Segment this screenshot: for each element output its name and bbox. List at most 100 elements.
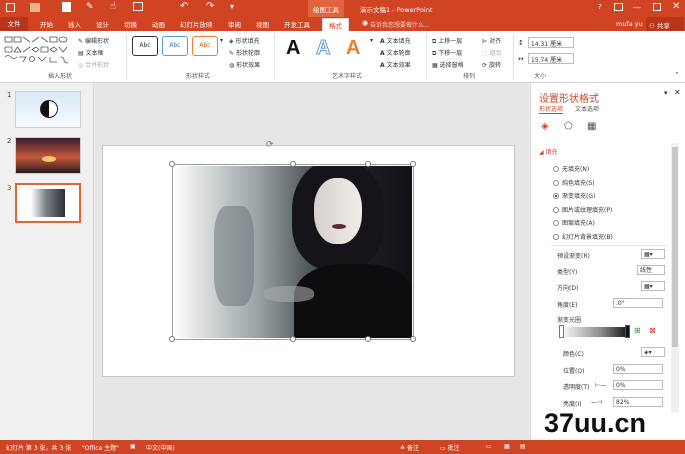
maximize-icon[interactable] [653, 3, 661, 11]
shapes-gallery[interactable] [4, 36, 70, 66]
minimize-icon[interactable]: — [633, 3, 641, 12]
text-fill-button[interactable]: A 文本填充 [380, 36, 411, 45]
close-icon[interactable]: ✕ [672, 1, 680, 12]
angle-spinner[interactable]: .0° [613, 298, 663, 308]
tab-insert[interactable]: 插入 [68, 19, 81, 29]
tab-animations[interactable]: 动画 [152, 19, 165, 29]
collapse-ribbon-icon[interactable]: ⌃ [674, 71, 680, 79]
wordart-style-outline[interactable]: A [315, 37, 330, 60]
tab-design[interactable]: 设计 [96, 19, 109, 29]
shape-outline-button[interactable]: ✎ 形状轮廓 [229, 48, 260, 57]
rotate-handle-icon[interactable]: ⟳ [266, 140, 274, 150]
slide-canvas[interactable]: ⟳ [102, 140, 515, 377]
comments-button[interactable]: ▭ 批注 [440, 443, 460, 452]
size-properties-icon[interactable]: ▦ [587, 121, 596, 132]
transparency-spinner[interactable]: 0% [613, 380, 663, 390]
width-input[interactable]: 15.74 厘米 [528, 53, 574, 64]
slide-sorter-icon[interactable]: ▦ [504, 443, 510, 450]
remove-stop-icon[interactable]: ⊠ [649, 326, 656, 335]
tab-shape-options[interactable]: 形状选项 [539, 104, 564, 114]
tell-me-search[interactable]: 告诉我您想要做什么... [370, 20, 430, 29]
tab-slideshow[interactable]: 幻灯片放映 [180, 19, 213, 29]
notes-button[interactable]: ≜ 备注 [400, 443, 419, 452]
brightness-spinner[interactable]: 82% [613, 397, 663, 407]
ribbon-display-icon[interactable] [614, 3, 623, 11]
resize-handle[interactable] [169, 336, 175, 342]
option-solid-fill[interactable]: 纯色填充(S) [553, 178, 595, 187]
resize-handle[interactable] [290, 161, 296, 167]
wordart-scroll-icon[interactable]: ▾ [370, 37, 373, 44]
pane-options-icon[interactable]: ▾ [664, 89, 668, 97]
option-no-fill[interactable]: 无填充(N) [553, 164, 589, 173]
resize-handle[interactable] [410, 336, 416, 342]
slideshow-icon[interactable] [133, 2, 143, 11]
edit-shape-button[interactable]: ✎ 编辑形状 [78, 36, 109, 45]
resize-handle[interactable] [410, 161, 416, 167]
reading-view-icon[interactable]: ▤ [520, 443, 526, 450]
spellcheck-icon[interactable]: ▣ [130, 443, 136, 450]
gradient-stop-handle[interactable] [559, 325, 564, 338]
gradient-stop-handle[interactable] [625, 325, 630, 338]
customize-icon[interactable]: ▾ [230, 2, 234, 11]
share-button[interactable]: ⚇ 共享 [646, 17, 684, 31]
undo-icon[interactable]: ↶ [180, 1, 188, 12]
pane-scrollbar-thumb[interactable] [672, 147, 678, 347]
brush-icon[interactable]: ✎ [86, 2, 94, 12]
slide-thumbnail-3[interactable] [15, 183, 81, 223]
shape-fill-button[interactable]: ◈ 形状填充 [229, 36, 260, 45]
transparency-slider[interactable]: ⊢— [595, 382, 606, 389]
text-effects-button[interactable]: A 文本效果 [380, 60, 411, 69]
option-gradient-fill[interactable]: 渐变填充(G) [553, 191, 595, 200]
wordart-style-orange[interactable]: A [346, 37, 360, 60]
type-dropdown[interactable]: 线性 [637, 265, 665, 275]
wordart-style-black[interactable]: A [286, 37, 300, 60]
tab-transitions[interactable]: 切换 [124, 19, 137, 29]
height-input[interactable]: 14.31 厘米 [528, 37, 574, 48]
normal-view-icon[interactable]: ▭ [486, 443, 492, 450]
open-folder-icon[interactable] [30, 3, 40, 12]
user-name[interactable]: mufa yu [616, 20, 643, 28]
tab-view[interactable]: 视图 [256, 19, 269, 29]
option-picture-fill[interactable]: 图片或纹理填充(P) [553, 205, 612, 214]
text-box-button[interactable]: ▤ 文本框 [78, 48, 104, 57]
brightness-slider[interactable]: —⊣ [591, 399, 602, 406]
shape-style-preset-2[interactable]: Abc [162, 36, 188, 56]
send-backward-button[interactable]: ⧉ 下移一层 [432, 48, 462, 58]
group-button[interactable]: ⬚ 组合 [482, 48, 502, 57]
tab-home[interactable]: 开始 [40, 19, 53, 29]
bring-forward-button[interactable]: ⧉ 上移一层 [432, 36, 462, 46]
slide-thumbnail-2[interactable] [15, 137, 81, 174]
save-icon[interactable] [6, 3, 15, 12]
language[interactable]: 中文(中国) [146, 443, 175, 452]
tab-developer[interactable]: 开发工具 [284, 19, 310, 29]
pane-close-icon[interactable]: ✕ [674, 88, 681, 97]
gradient-stops-bar[interactable] [559, 325, 630, 338]
resize-handle[interactable] [365, 161, 371, 167]
shape-effects-button[interactable]: ◍ 形状效果 [229, 60, 260, 69]
position-spinner[interactable]: 0% [613, 364, 663, 374]
help-button[interactable]: ? [598, 3, 602, 11]
preset-gradient-dropdown[interactable]: ▦▾ [641, 249, 665, 259]
merge-shapes-button[interactable]: ◎ 合并形状 [78, 60, 109, 69]
touch-icon[interactable]: ☝ [110, 1, 116, 12]
option-pattern-fill[interactable]: 图案填充(A) [553, 218, 595, 227]
align-button[interactable]: ⊫ 对齐 [482, 36, 501, 45]
tab-format[interactable]: 格式 [322, 18, 349, 31]
selection-pane-button[interactable]: ▦ 选择窗格 [432, 60, 464, 69]
color-dropdown[interactable]: ◈▾ [641, 347, 665, 357]
slide-thumbnail-1[interactable] [15, 91, 81, 128]
shape-styles-scroll-icon[interactable]: ▾ [220, 37, 223, 44]
redo-icon[interactable]: ↷ [206, 1, 214, 12]
tab-review[interactable]: 审阅 [228, 19, 241, 29]
option-background-fill[interactable]: 幻灯片背景填充(B) [553, 232, 613, 241]
fill-line-icon[interactable]: ◈ [541, 121, 549, 132]
direction-dropdown[interactable]: ▦▾ [641, 281, 665, 291]
tab-text-options[interactable]: 文本选项 [575, 104, 599, 113]
section-toggle-fill[interactable]: ◢ 填充 [539, 147, 558, 156]
add-stop-icon[interactable]: ⊞ [634, 326, 641, 335]
tab-file[interactable]: 文件 [0, 17, 28, 31]
resize-handle[interactable] [290, 336, 296, 342]
shape-style-preset-3[interactable]: Abc [192, 36, 218, 56]
resize-handle[interactable] [169, 161, 175, 167]
pane-scrollbar[interactable] [671, 143, 679, 413]
